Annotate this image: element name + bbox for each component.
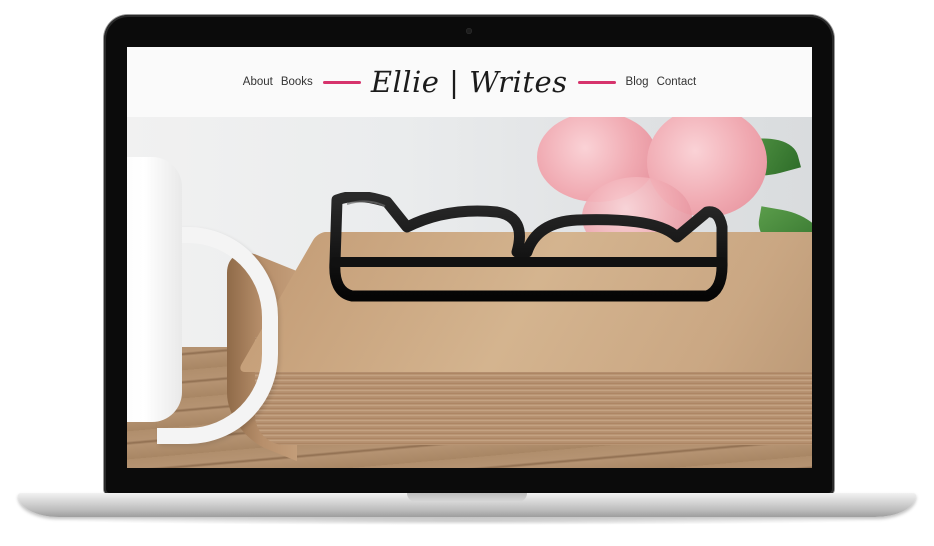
- site-logo[interactable]: Ellie | Writes: [371, 65, 568, 99]
- accent-line-left: [322, 80, 361, 84]
- accent-line-right: [577, 80, 616, 84]
- glasses-icon: [329, 192, 728, 302]
- nav-link-blog[interactable]: Blog: [626, 76, 649, 88]
- laptop-notch: [407, 493, 527, 502]
- nav-link-contact[interactable]: Contact: [657, 76, 697, 88]
- laptop-screen: About Books Ellie | Writes Blog Contact: [127, 47, 812, 468]
- camera-icon: [466, 28, 472, 34]
- site-header: About Books Ellie | Writes Blog Contact: [127, 47, 812, 117]
- hero-image: [127, 117, 812, 468]
- nav-link-books[interactable]: Books: [281, 76, 313, 88]
- coffee-mug: [127, 157, 182, 422]
- nav-link-about[interactable]: About: [243, 76, 273, 88]
- laptop-shadow: [60, 517, 874, 525]
